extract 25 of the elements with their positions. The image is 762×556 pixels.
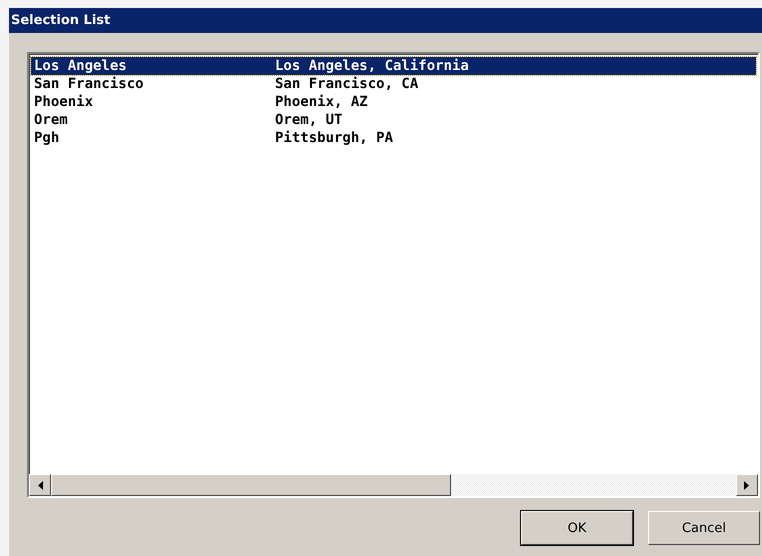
cancel-button[interactable]: Cancel: [648, 511, 760, 545]
scroll-left-button[interactable]: [29, 474, 51, 496]
list-row[interactable]: San Francisco San Francisco, CA: [31, 75, 756, 93]
list-row[interactable]: Phoenix Phoenix, AZ: [31, 93, 756, 111]
location-text: Phoenix, AZ: [275, 93, 368, 111]
list-row[interactable]: Orem Orem, UT: [31, 111, 756, 129]
location-text: Pittsburgh, PA: [275, 129, 394, 147]
scrollbar-thumb[interactable]: [51, 474, 451, 496]
scroll-right-button[interactable]: [736, 474, 758, 496]
name-text: San Francisco: [33, 75, 145, 93]
name-text: Phoenix: [33, 93, 94, 111]
location-text: Los Angeles, California: [275, 57, 469, 75]
selection-list[interactable]: Los Angeles Los Angeles, California San Francisco San Francisco, CA Phoenix Phoenix, AZ Orem Orem, UT Pgh Pittsburgh, PA: [27, 52, 760, 498]
horizontal-scrollbar[interactable]: [29, 474, 758, 496]
name-text: Los Angeles: [33, 57, 128, 75]
right-arrow-icon: [744, 480, 750, 490]
left-arrow-icon: [37, 480, 43, 490]
name-text: Orem: [33, 111, 69, 129]
location-text: San Francisco, CA: [275, 75, 418, 93]
list-row[interactable]: Los Angeles Los Angeles, California: [31, 57, 756, 75]
location-text: Orem, UT: [275, 111, 342, 129]
list-row[interactable]: Pgh Pittsburgh, PA: [31, 129, 756, 147]
name-text: Pgh: [33, 129, 60, 147]
window-title: Selection List: [9, 8, 762, 33]
ok-button[interactable]: OK: [521, 511, 633, 545]
